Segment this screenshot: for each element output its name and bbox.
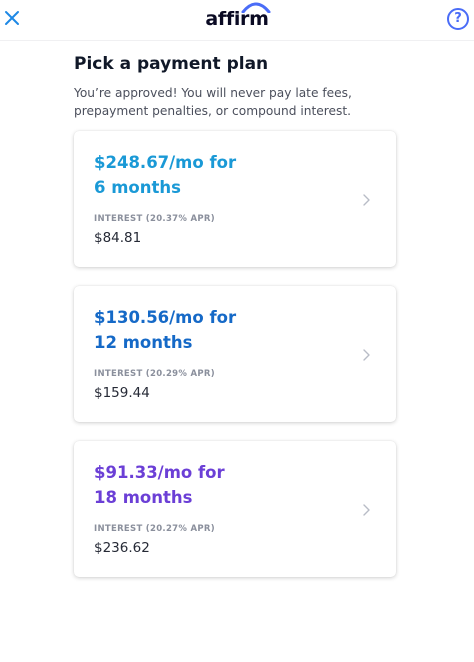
plan-amount: $248.67 [94,153,170,172]
interest-label: INTEREST (20.37% APR) [94,214,215,224]
plan-price: $248.67/mo for 6 months [94,150,314,200]
plan-amount: $91.33 [94,463,158,482]
plan-per-label: /mo for [157,463,225,482]
plan-price: $91.33/mo for 18 months [94,460,314,510]
interest-label: INTEREST (20.29% APR) [94,369,215,379]
plan-term: 18 months [94,488,193,507]
page-title: Pick a payment plan [74,54,269,74]
approval-message: You’re approved! You will never pay late… [74,86,352,118]
chevron-right-icon [363,194,370,206]
help-icon: ? [454,11,462,26]
affirm-logo: affirm [0,2,474,30]
plan-term: 12 months [94,333,193,352]
plan-term: 6 months [94,178,181,197]
interest-label: INTEREST (20.27% APR) [94,524,215,534]
chevron-right-icon [363,504,370,516]
interest-amount: $84.81 [94,230,142,246]
logo-arc-icon [241,2,271,13]
header: affirm ? [0,0,474,41]
chevron-right-icon [363,349,370,361]
interest-amount: $159.44 [94,385,150,401]
plan-price: $130.56/mo for 12 months [94,305,314,355]
plan-card[interactable]: $248.67/mo for 6 months INTEREST (20.37%… [74,131,396,267]
plan-card[interactable]: $130.56/mo for 12 months INTEREST (20.29… [74,286,396,422]
plan-card[interactable]: $91.33/mo for 18 months INTEREST (20.27%… [74,441,396,577]
plan-per-label: /mo for [169,308,237,327]
help-button[interactable]: ? [447,8,469,30]
interest-amount: $236.62 [94,540,150,556]
plan-amount: $130.56 [94,308,170,327]
plan-per-label: /mo for [169,153,237,172]
